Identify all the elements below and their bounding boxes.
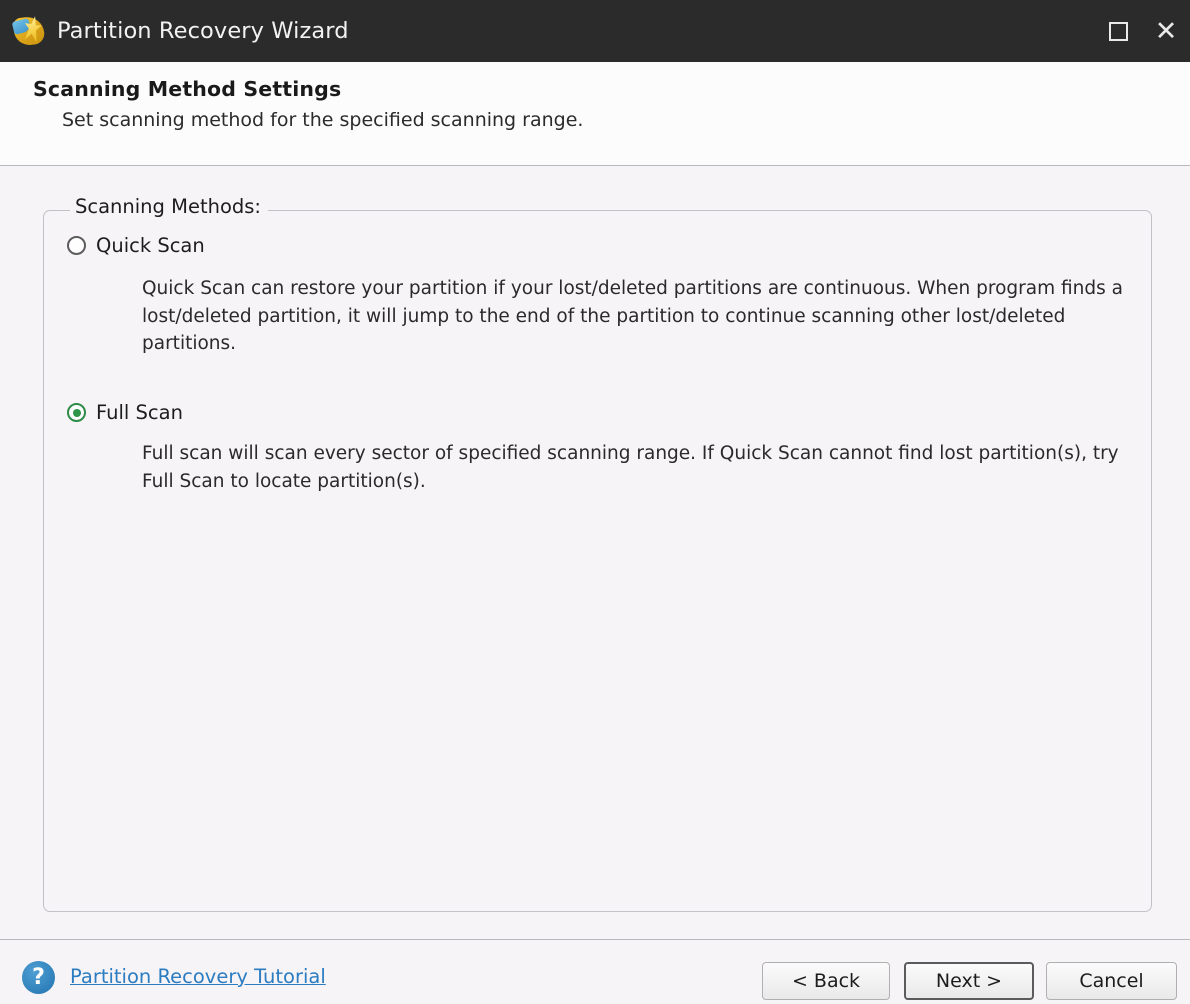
footer-bar: ? Partition Recovery Tutorial < Back Nex… [0, 940, 1190, 1004]
description-quick-scan: Quick Scan can restore your partition if… [142, 275, 1142, 358]
app-logo-icon [12, 14, 46, 48]
page-subtitle: Set scanning method for the specified sc… [62, 109, 583, 131]
radio-label-full-scan: Full Scan [96, 401, 183, 424]
groupbox-legend: Scanning Methods: [70, 195, 268, 218]
radio-label-quick-scan: Quick Scan [96, 234, 205, 257]
maximize-button[interactable] [1094, 0, 1142, 62]
scanning-methods-groupbox: Scanning Methods: Quick Scan Quick Scan … [43, 210, 1152, 912]
radio-option-full-scan[interactable]: Full Scan [67, 401, 183, 424]
tutorial-link[interactable]: Partition Recovery Tutorial [70, 965, 326, 988]
page-header: Scanning Method Settings Set scanning me… [0, 62, 1190, 166]
back-button[interactable]: < Back [762, 962, 890, 1000]
close-icon: ✕ [1155, 18, 1178, 45]
cancel-button[interactable]: Cancel [1046, 962, 1177, 1000]
content-area: Scanning Methods: Quick Scan Quick Scan … [0, 166, 1190, 939]
maximize-icon [1109, 22, 1128, 41]
radio-quick-scan[interactable] [67, 236, 86, 255]
page-title: Scanning Method Settings [33, 77, 341, 101]
close-button[interactable]: ✕ [1142, 0, 1190, 62]
radio-full-scan[interactable] [67, 403, 86, 422]
window-controls: ✕ [1094, 0, 1190, 62]
title-bar: Partition Recovery Wizard ✕ [0, 0, 1190, 62]
next-button[interactable]: Next > [904, 962, 1034, 1000]
radio-option-quick-scan[interactable]: Quick Scan [67, 234, 205, 257]
window-title: Partition Recovery Wizard [57, 18, 349, 44]
description-full-scan: Full scan will scan every sector of spec… [142, 440, 1152, 495]
question-mark-icon[interactable]: ? [22, 961, 55, 994]
